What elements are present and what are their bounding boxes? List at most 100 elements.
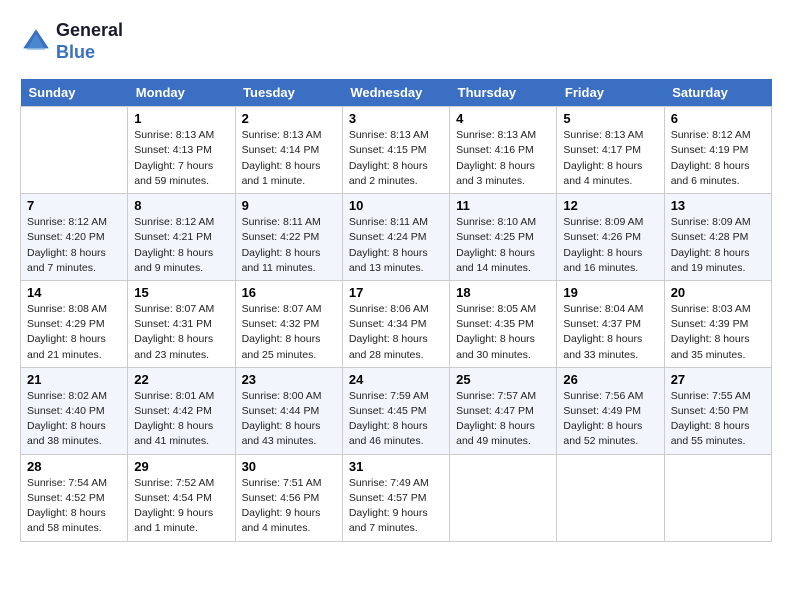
date-number: 31 xyxy=(349,459,443,474)
calendar-cell: 28Sunrise: 7:54 AMSunset: 4:52 PMDayligh… xyxy=(21,454,128,541)
calendar-cell: 24Sunrise: 7:59 AMSunset: 4:45 PMDayligh… xyxy=(342,367,449,454)
cell-details: Sunrise: 7:57 AMSunset: 4:47 PMDaylight:… xyxy=(456,389,550,450)
day-header-wednesday: Wednesday xyxy=(342,79,449,107)
calendar-cell: 2Sunrise: 8:13 AMSunset: 4:14 PMDaylight… xyxy=(235,107,342,194)
week-row-2: 7 Sunrise: 8:12 AMSunset: 4:20 PMDaylight… xyxy=(21,194,772,281)
cell-details: Sunrise: 8:12 AMSunset: 4:19 PMDaylight:… xyxy=(671,128,765,189)
logo: General Blue xyxy=(20,20,123,63)
date-number: 26 xyxy=(563,372,657,387)
cell-details: Sunrise: 8:07 AMSunset: 4:32 PMDaylight:… xyxy=(242,302,336,363)
cell-details: Sunrise: 8:04 AMSunset: 4:37 PMDaylight:… xyxy=(563,302,657,363)
calendar-cell: 27 Sunrise: 7:55 AMSunset: 4:50 PMDayligh… xyxy=(664,367,771,454)
logo-text: General Blue xyxy=(56,20,123,63)
date-number: 11 xyxy=(456,198,550,213)
calendar-cell: 19 Sunrise: 8:04 AMSunset: 4:37 PMDayligh… xyxy=(557,280,664,367)
cell-details: Sunrise: 8:08 AMSunset: 4:29 PMDaylight:… xyxy=(27,302,121,363)
logo-icon xyxy=(20,26,52,58)
week-row-4: 21 Sunrise: 8:02 AMSunset: 4:40 PMDayligh… xyxy=(21,367,772,454)
cell-details: Sunrise: 8:09 AMSunset: 4:26 PMDaylight:… xyxy=(563,215,657,276)
page-header: General Blue xyxy=(20,20,772,63)
week-row-1: 1Sunrise: 8:13 AMSunset: 4:13 PMDaylight… xyxy=(21,107,772,194)
week-row-5: 28Sunrise: 7:54 AMSunset: 4:52 PMDayligh… xyxy=(21,454,772,541)
day-header-monday: Monday xyxy=(128,79,235,107)
calendar-cell: 5 Sunrise: 8:13 AMSunset: 4:17 PMDaylight… xyxy=(557,107,664,194)
date-number: 10 xyxy=(349,198,443,213)
cell-details: Sunrise: 8:00 AMSunset: 4:44 PMDaylight:… xyxy=(242,389,336,450)
calendar-cell: 1Sunrise: 8:13 AMSunset: 4:13 PMDaylight… xyxy=(128,107,235,194)
calendar-cell: 6Sunrise: 8:12 AMSunset: 4:19 PMDaylight… xyxy=(664,107,771,194)
cell-details: Sunrise: 8:12 AMSunset: 4:20 PMDaylight:… xyxy=(27,215,121,276)
date-number: 16 xyxy=(242,285,336,300)
week-row-3: 14Sunrise: 8:08 AMSunset: 4:29 PMDayligh… xyxy=(21,280,772,367)
date-number: 5 xyxy=(563,111,657,126)
day-header-tuesday: Tuesday xyxy=(235,79,342,107)
calendar-cell: 9 Sunrise: 8:11 AMSunset: 4:22 PMDaylight… xyxy=(235,194,342,281)
date-number: 3 xyxy=(349,111,443,126)
date-number: 23 xyxy=(242,372,336,387)
day-header-thursday: Thursday xyxy=(450,79,557,107)
calendar-cell: 17 Sunrise: 8:06 AMSunset: 4:34 PMDayligh… xyxy=(342,280,449,367)
calendar-cell: 16 Sunrise: 8:07 AMSunset: 4:32 PMDayligh… xyxy=(235,280,342,367)
date-number: 4 xyxy=(456,111,550,126)
cell-details: Sunrise: 8:12 AMSunset: 4:21 PMDaylight:… xyxy=(134,215,228,276)
cell-details: Sunrise: 8:13 AMSunset: 4:15 PMDaylight:… xyxy=(349,128,443,189)
date-number: 27 xyxy=(671,372,765,387)
cell-details: Sunrise: 8:11 AMSunset: 4:22 PMDaylight:… xyxy=(242,215,336,276)
cell-details: Sunrise: 8:03 AMSunset: 4:39 PMDaylight:… xyxy=(671,302,765,363)
date-number: 19 xyxy=(563,285,657,300)
cell-details: Sunrise: 7:55 AMSunset: 4:50 PMDaylight:… xyxy=(671,389,765,450)
calendar-cell: 29 Sunrise: 7:52 AMSunset: 4:54 PMDayligh… xyxy=(128,454,235,541)
calendar-cell: 11Sunrise: 8:10 AMSunset: 4:25 PMDayligh… xyxy=(450,194,557,281)
calendar-table: SundayMondayTuesdayWednesdayThursdayFrid… xyxy=(20,79,772,541)
date-number: 21 xyxy=(27,372,121,387)
date-number: 17 xyxy=(349,285,443,300)
day-header-saturday: Saturday xyxy=(664,79,771,107)
cell-details: Sunrise: 7:56 AMSunset: 4:49 PMDaylight:… xyxy=(563,389,657,450)
calendar-cell: 8 Sunrise: 8:12 AMSunset: 4:21 PMDaylight… xyxy=(128,194,235,281)
cell-details: Sunrise: 7:52 AMSunset: 4:54 PMDaylight:… xyxy=(134,476,228,537)
calendar-cell: 26 Sunrise: 7:56 AMSunset: 4:49 PMDayligh… xyxy=(557,367,664,454)
date-number: 20 xyxy=(671,285,765,300)
cell-details: Sunrise: 8:13 AMSunset: 4:17 PMDaylight:… xyxy=(563,128,657,189)
calendar-cell: 22 Sunrise: 8:01 AMSunset: 4:42 PMDayligh… xyxy=(128,367,235,454)
calendar-cell: 12 Sunrise: 8:09 AMSunset: 4:26 PMDayligh… xyxy=(557,194,664,281)
calendar-cell: 23 Sunrise: 8:00 AMSunset: 4:44 PMDayligh… xyxy=(235,367,342,454)
days-header-row: SundayMondayTuesdayWednesdayThursdayFrid… xyxy=(21,79,772,107)
date-number: 24 xyxy=(349,372,443,387)
calendar-cell xyxy=(557,454,664,541)
cell-details: Sunrise: 8:09 AMSunset: 4:28 PMDaylight:… xyxy=(671,215,765,276)
date-number: 8 xyxy=(134,198,228,213)
calendar-cell: 21 Sunrise: 8:02 AMSunset: 4:40 PMDayligh… xyxy=(21,367,128,454)
calendar-cell: 10 Sunrise: 8:11 AMSunset: 4:24 PMDayligh… xyxy=(342,194,449,281)
calendar-cell xyxy=(21,107,128,194)
calendar-cell: 18 Sunrise: 8:05 AMSunset: 4:35 PMDayligh… xyxy=(450,280,557,367)
cell-details: Sunrise: 8:05 AMSunset: 4:35 PMDaylight:… xyxy=(456,302,550,363)
cell-details: Sunrise: 7:51 AMSunset: 4:56 PMDaylight:… xyxy=(242,476,336,537)
calendar-cell: 14Sunrise: 8:08 AMSunset: 4:29 PMDayligh… xyxy=(21,280,128,367)
day-header-friday: Friday xyxy=(557,79,664,107)
calendar-cell: 3 Sunrise: 8:13 AMSunset: 4:15 PMDaylight… xyxy=(342,107,449,194)
date-number: 7 xyxy=(27,198,121,213)
date-number: 29 xyxy=(134,459,228,474)
date-number: 30 xyxy=(242,459,336,474)
date-number: 28 xyxy=(27,459,121,474)
cell-details: Sunrise: 8:13 AMSunset: 4:13 PMDaylight:… xyxy=(134,128,228,189)
date-number: 22 xyxy=(134,372,228,387)
calendar-cell: 25Sunrise: 7:57 AMSunset: 4:47 PMDayligh… xyxy=(450,367,557,454)
calendar-cell: 13 Sunrise: 8:09 AMSunset: 4:28 PMDayligh… xyxy=(664,194,771,281)
calendar-cell: 30 Sunrise: 7:51 AMSunset: 4:56 PMDayligh… xyxy=(235,454,342,541)
cell-details: Sunrise: 8:11 AMSunset: 4:24 PMDaylight:… xyxy=(349,215,443,276)
date-number: 18 xyxy=(456,285,550,300)
cell-details: Sunrise: 8:01 AMSunset: 4:42 PMDaylight:… xyxy=(134,389,228,450)
calendar-cell: 4Sunrise: 8:13 AMSunset: 4:16 PMDaylight… xyxy=(450,107,557,194)
date-number: 9 xyxy=(242,198,336,213)
cell-details: Sunrise: 8:02 AMSunset: 4:40 PMDaylight:… xyxy=(27,389,121,450)
cell-details: Sunrise: 8:06 AMSunset: 4:34 PMDaylight:… xyxy=(349,302,443,363)
calendar-cell: 15 Sunrise: 8:07 AMSunset: 4:31 PMDayligh… xyxy=(128,280,235,367)
date-number: 13 xyxy=(671,198,765,213)
date-number: 12 xyxy=(563,198,657,213)
calendar-cell xyxy=(664,454,771,541)
day-header-sunday: Sunday xyxy=(21,79,128,107)
cell-details: Sunrise: 8:07 AMSunset: 4:31 PMDaylight:… xyxy=(134,302,228,363)
date-number: 15 xyxy=(134,285,228,300)
